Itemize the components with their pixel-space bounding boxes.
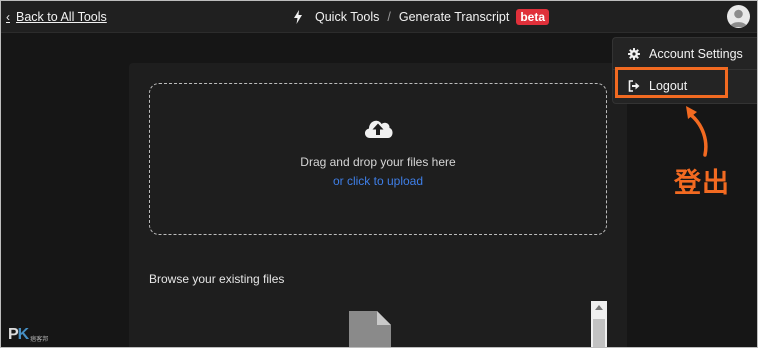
breadcrumb-quick-tools[interactable]: Quick Tools bbox=[315, 10, 379, 24]
browse-files-heading: Browse your existing files bbox=[149, 272, 285, 286]
account-settings-menu-item[interactable]: Account Settings bbox=[613, 40, 757, 68]
logout-label: Logout bbox=[649, 79, 688, 93]
top-bar: ‹ Back to All Tools Quick Tools / Genera… bbox=[1, 1, 757, 33]
back-link-label: Back to All Tools bbox=[16, 10, 107, 24]
dropzone-instructions: Drag and drop your files here bbox=[300, 155, 456, 169]
breadcrumb-separator: / bbox=[387, 10, 391, 24]
logout-icon bbox=[628, 80, 640, 92]
logout-annotation-label: 登出 bbox=[674, 168, 730, 199]
annotation-arrow-icon bbox=[686, 106, 708, 157]
app-window: ‹ Back to All Tools Quick Tools / Genera… bbox=[0, 0, 758, 348]
file-dropzone[interactable]: Drag and drop your files here or click t… bbox=[149, 83, 607, 235]
scroll-up-arrow-icon[interactable] bbox=[595, 305, 603, 310]
menu-divider bbox=[613, 69, 757, 70]
watermark-logo: PK 痞客邦 bbox=[8, 326, 48, 344]
cloud-upload-icon bbox=[364, 120, 393, 138]
user-avatar-icon bbox=[730, 9, 747, 27]
gear-icon bbox=[628, 48, 640, 60]
back-to-tools-link[interactable]: ‹ Back to All Tools bbox=[6, 9, 107, 25]
user-avatar-button[interactable] bbox=[727, 5, 750, 28]
account-settings-label: Account Settings bbox=[649, 47, 743, 61]
file-list-scrollbar[interactable] bbox=[591, 301, 607, 347]
breadcrumb-generate-transcript: Generate Transcript bbox=[398, 10, 510, 24]
watermark-brand: PK bbox=[8, 326, 29, 343]
scrollbar-thumb[interactable] bbox=[593, 319, 605, 347]
account-dropdown-menu: Account Settings Logout bbox=[612, 37, 757, 104]
upload-panel: Drag and drop your files here or click t… bbox=[129, 63, 627, 347]
click-to-upload-link[interactable]: or click to upload bbox=[150, 174, 606, 188]
file-icon bbox=[349, 311, 391, 347]
chevron-left-icon: ‹ bbox=[6, 10, 10, 24]
watermark-tagline: 痞客邦 bbox=[30, 336, 49, 343]
breadcrumb: Quick Tools / Generate Transcript beta bbox=[293, 9, 550, 25]
lightning-icon bbox=[294, 10, 302, 24]
logout-menu-item[interactable]: Logout bbox=[613, 72, 757, 100]
beta-badge: beta bbox=[516, 9, 550, 25]
